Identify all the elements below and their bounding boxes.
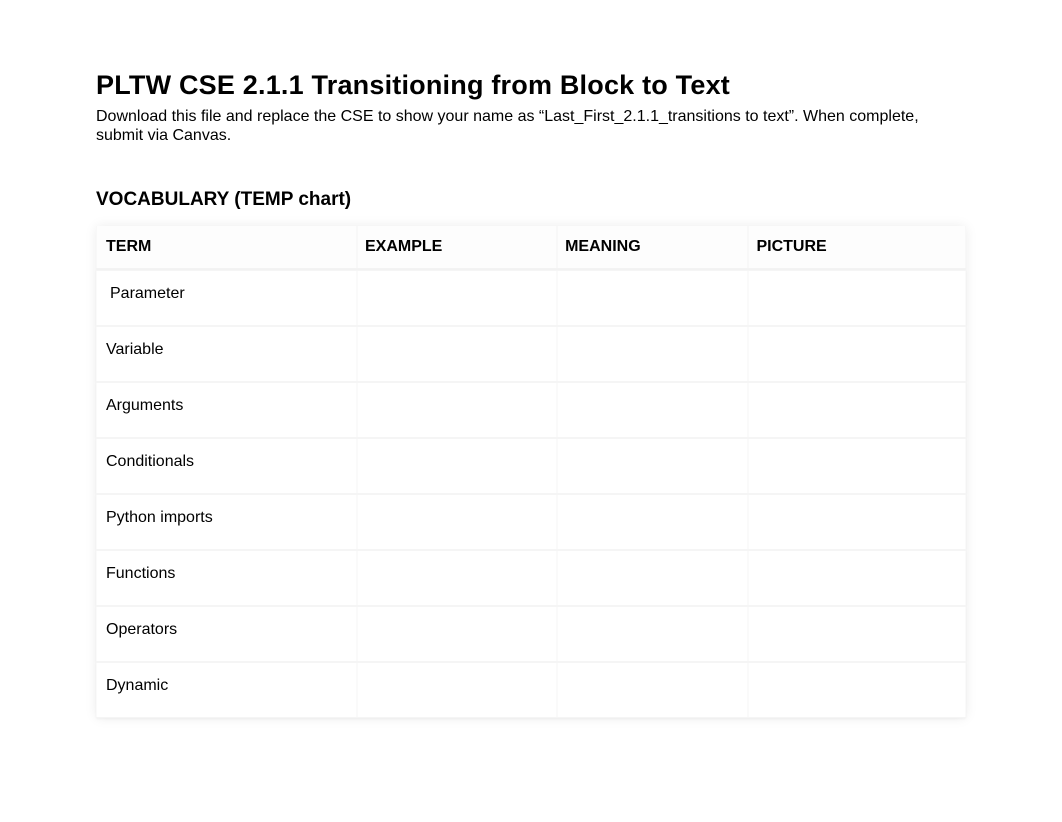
column-header-term: TERM bbox=[96, 226, 357, 270]
cell-meaning bbox=[557, 494, 748, 550]
cell-term: Variable bbox=[96, 326, 357, 382]
vocabulary-table: TERM EXAMPLE MEANING PICTURE Parameter V… bbox=[96, 226, 966, 718]
cell-picture bbox=[748, 494, 966, 550]
cell-example bbox=[357, 382, 557, 438]
cell-example bbox=[357, 438, 557, 494]
cell-term: Conditionals bbox=[96, 438, 357, 494]
page-title: PLTW CSE 2.1.1 Transitioning from Block … bbox=[96, 70, 966, 101]
cell-term: Parameter bbox=[96, 270, 357, 326]
table-row: Arguments bbox=[96, 382, 966, 438]
cell-term: Operators bbox=[96, 606, 357, 662]
cell-picture bbox=[748, 326, 966, 382]
cell-meaning bbox=[557, 382, 748, 438]
cell-example bbox=[357, 270, 557, 326]
cell-example bbox=[357, 326, 557, 382]
cell-meaning bbox=[557, 662, 748, 718]
table-row: Parameter bbox=[96, 270, 966, 326]
cell-picture bbox=[748, 550, 966, 606]
cell-meaning bbox=[557, 550, 748, 606]
cell-picture bbox=[748, 438, 966, 494]
cell-meaning bbox=[557, 326, 748, 382]
cell-meaning bbox=[557, 438, 748, 494]
cell-example bbox=[357, 550, 557, 606]
cell-picture bbox=[748, 382, 966, 438]
cell-meaning bbox=[557, 270, 748, 326]
table-row: Variable bbox=[96, 326, 966, 382]
cell-picture bbox=[748, 606, 966, 662]
cell-picture bbox=[748, 662, 966, 718]
table-header-row: TERM EXAMPLE MEANING PICTURE bbox=[96, 226, 966, 270]
cell-term: Python imports bbox=[96, 494, 357, 550]
cell-term: Arguments bbox=[96, 382, 357, 438]
column-header-example: EXAMPLE bbox=[357, 226, 557, 270]
table-row: Conditionals bbox=[96, 438, 966, 494]
table-row: Dynamic bbox=[96, 662, 966, 718]
cell-example bbox=[357, 662, 557, 718]
table-row: Python imports bbox=[96, 494, 966, 550]
section-heading: VOCABULARY (TEMP chart) bbox=[96, 189, 966, 211]
cell-example bbox=[357, 606, 557, 662]
cell-meaning bbox=[557, 606, 748, 662]
cell-picture bbox=[748, 270, 966, 326]
cell-term: Functions bbox=[96, 550, 357, 606]
cell-term: Dynamic bbox=[96, 662, 357, 718]
cell-example bbox=[357, 494, 557, 550]
table-row: Operators bbox=[96, 606, 966, 662]
table-row: Functions bbox=[96, 550, 966, 606]
instructions-text: Download this file and replace the CSE t… bbox=[96, 107, 966, 145]
column-header-meaning: MEANING bbox=[557, 226, 748, 270]
column-header-picture: PICTURE bbox=[748, 226, 966, 270]
